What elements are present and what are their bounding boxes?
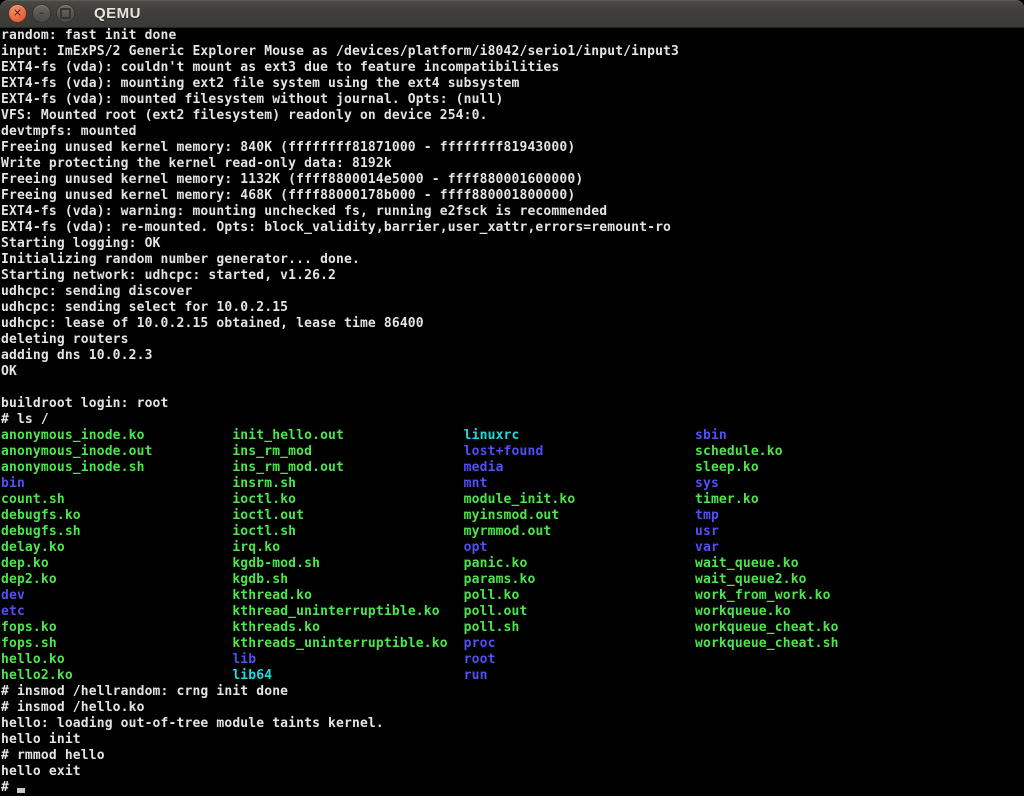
close-x-icon: ✕ <box>13 8 22 19</box>
boot-log-line: Freeing unused kernel memory: 840K (ffff… <box>1 140 1024 156</box>
boot-log-line: Freeing unused kernel memory: 468K (ffff… <box>1 188 1024 204</box>
boot-log-line: adding dns 10.0.2.3 <box>1 348 1024 364</box>
boot-log-line: buildroot login: root <box>1 396 1024 412</box>
terminal-cursor <box>17 780 25 793</box>
boot-log-line: EXT4-fs (vda): mounted filesystem withou… <box>1 92 1024 108</box>
boot-log-line: # ls / <box>1 412 1024 428</box>
shell-line: # insmod /hello.ko <box>1 700 1024 716</box>
boot-log-line: devtmpfs: mounted <box>1 124 1024 140</box>
boot-log-line: EXT4-fs (vda): mounting ext2 file system… <box>1 76 1024 92</box>
minimize-button[interactable]: – <box>32 4 51 23</box>
boot-log-line: EXT4-fs (vda): couldn't mount as ext3 du… <box>1 60 1024 76</box>
boot-log-line: Starting network: udhcpc: started, v1.26… <box>1 268 1024 284</box>
maximize-square-icon <box>60 8 71 19</box>
qemu-window: ✕ – QEMU random: fast init doneinput: Im… <box>0 0 1024 796</box>
ls-output-row: dep2.ko kgdb.sh params.ko wait_queue2.ko <box>1 572 1024 588</box>
ls-output-row: delay.ko irq.ko opt var <box>1 540 1024 556</box>
ls-output-row: bin insrm.sh mnt sys <box>1 476 1024 492</box>
ls-output-row: hello.ko lib root <box>1 652 1024 668</box>
boot-log-line: Starting logging: OK <box>1 236 1024 252</box>
ls-output-row: anonymous_inode.sh ins_rm_mod.out media … <box>1 460 1024 476</box>
boot-log-line: random: fast init done <box>1 28 1024 44</box>
boot-log-line: Write protecting the kernel read-only da… <box>1 156 1024 172</box>
boot-log-line: EXT4-fs (vda): warning: mounting uncheck… <box>1 204 1024 220</box>
ls-output-row: etc kthread_uninterruptible.ko poll.out … <box>1 604 1024 620</box>
ls-output-row: fops.ko kthreads.ko poll.sh workqueue_ch… <box>1 620 1024 636</box>
boot-log-line: udhcpc: lease of 10.0.2.15 obtained, lea… <box>1 316 1024 332</box>
window-titlebar[interactable]: ✕ – QEMU <box>0 0 1024 28</box>
ls-output-row: fops.sh kthreads_uninterruptible.ko proc… <box>1 636 1024 652</box>
shell-line: # rmmod hello <box>1 748 1024 764</box>
boot-log-line: EXT4-fs (vda): re-mounted. Opts: block_v… <box>1 220 1024 236</box>
window-title: QEMU <box>94 5 141 22</box>
ls-output-row: anonymous_inode.out ins_rm_mod lost+foun… <box>1 444 1024 460</box>
ls-output-row: hello2.ko lib64 run <box>1 668 1024 684</box>
ls-output-row: count.sh ioctl.ko module_init.ko timer.k… <box>1 492 1024 508</box>
shell-line: hello init <box>1 732 1024 748</box>
ls-output-row: anonymous_inode.ko init_hello.out linuxr… <box>1 428 1024 444</box>
ls-output-row: dep.ko kgdb-mod.sh panic.ko wait_queue.k… <box>1 556 1024 572</box>
boot-log-line: Freeing unused kernel memory: 1132K (fff… <box>1 172 1024 188</box>
boot-log-line: input: ImExPS/2 Generic Explorer Mouse a… <box>1 44 1024 60</box>
minimize-dash-icon: – <box>39 8 45 19</box>
shell-line: hello: loading out-of-tree module taints… <box>1 716 1024 732</box>
close-button[interactable]: ✕ <box>8 4 27 23</box>
boot-log-line: OK <box>1 364 1024 380</box>
boot-log-line: VFS: Mounted root (ext2 filesystem) read… <box>1 108 1024 124</box>
terminal-output[interactable]: random: fast init doneinput: ImExPS/2 Ge… <box>0 28 1024 796</box>
ls-output-row: dev kthread.ko poll.ko work_from_work.ko <box>1 588 1024 604</box>
boot-log-line: deleting routers <box>1 332 1024 348</box>
shell-line: hello exit <box>1 764 1024 780</box>
boot-log-line: udhcpc: sending select for 10.0.2.15 <box>1 300 1024 316</box>
boot-log-line: Initializing random number generator... … <box>1 252 1024 268</box>
boot-log-line: udhcpc: sending discover <box>1 284 1024 300</box>
shell-line: # insmod /hellrandom: crng init done <box>1 684 1024 700</box>
maximize-button[interactable] <box>56 4 75 23</box>
boot-log-line <box>1 380 1024 396</box>
ls-output-row: debugfs.ko ioctl.out myinsmod.out tmp <box>1 508 1024 524</box>
ls-output-row: debugfs.sh ioctl.sh myrmmod.out usr <box>1 524 1024 540</box>
prompt-line: # <box>1 780 1024 796</box>
